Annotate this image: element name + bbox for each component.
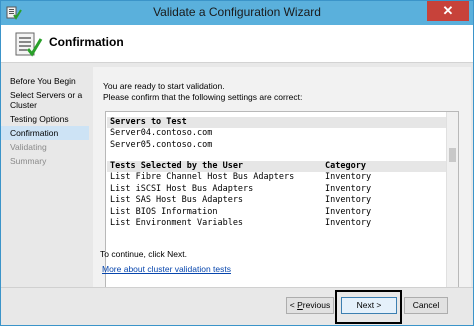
next-button-highlight: [335, 290, 402, 324]
test-category: Inventory: [325, 183, 372, 194]
scroll-thumb[interactable]: [449, 148, 456, 162]
test-row: List Fibre Channel Host Bus Adapters Inve…: [107, 172, 447, 184]
cluster-validation-icon: [15, 32, 43, 57]
test-category: Inventory: [325, 218, 372, 228]
title-bar[interactable]: Validate a Configuration Wizard ✕: [1, 1, 473, 25]
test-row: List SAS Host Bus Adapters Inventory: [107, 195, 447, 207]
nav-step-testing-options[interactable]: Testing Options: [1, 112, 89, 126]
test-name: List iSCSI Host Bus Adapters: [110, 183, 254, 194]
wizard-window: Validate a Configuration Wizard ✕ Confir…: [0, 0, 474, 326]
servers-section-header: Servers to Test: [107, 117, 447, 128]
intro-text: You are ready to start validation. Pleas…: [103, 81, 443, 103]
category-column-header: Category: [325, 161, 366, 171]
wizard-footer: < Previous Next > Cancel: [1, 287, 473, 325]
test-name: List BIOS Information: [110, 206, 218, 217]
test-category: Inventory: [325, 172, 372, 182]
previous-button[interactable]: < Previous: [286, 297, 334, 314]
window-title: Validate a Configuration Wizard: [153, 5, 321, 19]
continue-instruction: To continue, click Next.: [100, 249, 187, 259]
nav-step-confirmation[interactable]: Confirmation: [1, 126, 89, 140]
nav-step-select-servers[interactable]: Select Servers or a Cluster: [1, 88, 89, 112]
test-row: List Environment Variables Inventory: [107, 218, 447, 230]
server-row: Server05.contoso.com: [110, 139, 213, 150]
previous-rest: revious: [302, 300, 331, 310]
test-category: Inventory: [325, 206, 372, 217]
summary-content: Servers to Test Server04.contoso.com Ser…: [107, 116, 447, 230]
test-row: List BIOS Information Inventory: [107, 207, 447, 219]
nav-step-validating: Validating: [10, 142, 47, 152]
nav-step-summary: Summary: [10, 156, 47, 166]
intro-line-2: Please confirm that the following settin…: [103, 92, 303, 102]
test-name: List Environment Variables: [110, 218, 244, 228]
page-title: Confirmation: [49, 35, 124, 49]
server-row: Server04.contoso.com: [110, 128, 213, 138]
tests-section-header: Tests Selected by the User Category: [107, 161, 447, 172]
tests-column-header: Tests Selected by the User: [110, 161, 244, 171]
cancel-button[interactable]: Cancel: [404, 297, 448, 314]
test-row: List iSCSI Host Bus Adapters Inventory: [107, 184, 447, 196]
wizard-steps-nav: Before You Begin Select Servers or a Clu…: [1, 74, 89, 168]
intro-line-1: You are ready to start validation.: [103, 81, 225, 91]
more-about-validation-link[interactable]: More about cluster validation tests: [102, 264, 231, 274]
nav-step-before-you-begin[interactable]: Before You Begin: [1, 74, 89, 88]
close-button[interactable]: ✕: [427, 1, 469, 21]
wizard-header: Confirmation: [1, 25, 473, 63]
test-name: List Fibre Channel Host Bus Adapters: [110, 172, 295, 182]
summary-scrollbar[interactable]: [446, 112, 458, 296]
test-name: List SAS Host Bus Adapters: [110, 195, 244, 205]
test-category: Inventory: [325, 195, 372, 205]
